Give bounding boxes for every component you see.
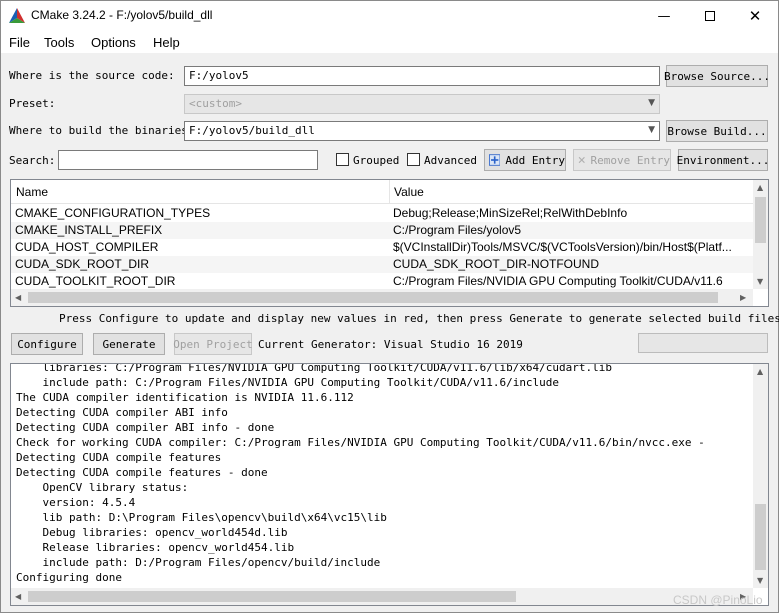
log-line: Detecting CUDA compile features [16, 451, 222, 464]
log-line: version: 4.5.4 [16, 496, 136, 509]
search-label: Search: [9, 154, 56, 167]
log-line: Detecting CUDA compiler ABI info [16, 406, 228, 419]
cmake-window: CMake 3.24.2 - F:/yolov5/build_dll — ✕ F… [0, 0, 779, 613]
minimize-icon: — [657, 8, 671, 24]
environment-button[interactable]: Environment... [677, 149, 769, 171]
open-project-button[interactable]: Open Project [173, 333, 253, 355]
scroll-up-icon[interactable]: ▲ [757, 183, 763, 192]
cache-table: Name Value CMAKE_CONFIGURATION_TYPES Deb… [10, 179, 769, 307]
preset-label: Preset: [9, 97, 56, 110]
menu-bar: File Tools Options Help [1, 31, 778, 53]
cell-name: CUDA_TOOLKIT_ROOT_DIR [15, 274, 176, 288]
log-line: lib path: D:\Program Files\opencv\build\… [16, 511, 387, 524]
cell-value: Debug;Release;MinSizeRel;RelWithDebInfo [393, 206, 628, 220]
configure-button[interactable]: Configure [11, 333, 83, 355]
build-label: Where to build the binaries: [9, 124, 195, 137]
table-row[interactable]: CUDA_TOOLKIT_ROOT_DIR C:/Program Files/N… [11, 273, 753, 290]
table-vertical-scrollbar[interactable]: ▲ ▼ [753, 180, 768, 289]
log-line: Debug libraries: opencv_world454d.lib [16, 526, 288, 539]
scroll-left-icon[interactable]: ◀ [15, 592, 21, 601]
scroll-right-icon[interactable]: ▶ [740, 293, 746, 302]
current-generator-label: Current Generator: Visual Studio 16 2019 [258, 338, 523, 351]
minimize-button[interactable]: — [641, 1, 687, 31]
watermark-text: CSDN @PinoLio [673, 593, 763, 607]
maximize-button[interactable] [687, 1, 733, 31]
scroll-thumb[interactable] [28, 591, 516, 602]
column-header-name[interactable]: Name [16, 185, 48, 199]
chevron-down-icon[interactable]: ▼ [648, 125, 655, 135]
source-path-input[interactable]: F:/yolov5 [184, 66, 660, 86]
source-label: Where is the source code: [9, 69, 175, 82]
scroll-down-icon[interactable]: ▼ [757, 277, 763, 286]
hint-text: Press Configure to update and display ne… [59, 312, 779, 325]
cell-name: CMAKE_INSTALL_PREFIX [15, 223, 163, 237]
log-line: Detecting CUDA compile features - done [16, 466, 268, 479]
column-divider[interactable] [389, 180, 390, 204]
cell-value: C:/Program Files/yolov5 [393, 223, 522, 237]
close-button[interactable]: ✕ [732, 1, 778, 31]
scroll-up-icon[interactable]: ▲ [757, 367, 763, 376]
search-input[interactable] [58, 150, 318, 170]
cell-name: CMAKE_CONFIGURATION_TYPES [15, 206, 211, 220]
table-row[interactable]: CMAKE_CONFIGURATION_TYPES Debug;Release;… [11, 205, 753, 222]
browse-build-button[interactable]: Browse Build... [666, 120, 768, 142]
table-horizontal-scrollbar[interactable]: ◀ ▶ [11, 289, 753, 306]
log-line: Configuring done [16, 571, 122, 584]
preset-value: <custom> [189, 97, 242, 110]
remove-icon [578, 156, 585, 164]
cell-value: C:/Program Files/NVIDIA GPU Computing To… [393, 274, 723, 288]
maximize-icon [705, 11, 715, 21]
preset-select: <custom> ▼ [184, 94, 660, 114]
table-header: Name Value [11, 180, 753, 204]
scroll-thumb[interactable] [755, 197, 766, 243]
browse-source-button[interactable]: Browse Source... [664, 65, 770, 87]
log-line: The CUDA compiler identification is NVID… [16, 391, 354, 404]
column-header-value[interactable]: Value [394, 185, 424, 199]
table-row[interactable]: CUDA_HOST_COMPILER $(VCInstallDir)Tools/… [11, 239, 753, 256]
cmake-logo-icon [9, 8, 25, 23]
add-icon [489, 154, 501, 166]
log-vertical-scrollbar[interactable]: ▲ ▼ [753, 364, 768, 588]
add-entry-button[interactable]: Add Entry [484, 149, 566, 171]
chevron-down-icon: ▼ [648, 98, 655, 108]
menu-file[interactable]: File [9, 35, 30, 50]
menu-options[interactable]: Options [91, 35, 136, 50]
progress-bar [638, 333, 768, 353]
cell-name: CUDA_SDK_ROOT_DIR [15, 257, 150, 271]
add-entry-label: Add Entry [505, 153, 565, 167]
cell-name: CUDA_HOST_COMPILER [15, 240, 159, 254]
log-line: Release libraries: opencv_world454.lib [16, 541, 295, 554]
remove-entry-button[interactable]: Remove Entry [573, 149, 671, 171]
cell-value: CUDA_SDK_ROOT_DIR-NOTFOUND [393, 257, 600, 271]
table-row[interactable]: CUDA_SDK_ROOT_DIR CUDA_SDK_ROOT_DIR-NOTF… [11, 256, 753, 273]
generate-button[interactable]: Generate [93, 333, 165, 355]
log-line: include path: D:/Program Files/opencv/bu… [16, 556, 381, 569]
output-log[interactable]: libraries: C:/Program Files/NVIDIA GPU C… [10, 363, 769, 606]
grouped-label[interactable]: Grouped [353, 154, 399, 167]
cell-value: $(VCInstallDir)Tools/MSVC/$(VCToolsVersi… [393, 240, 732, 254]
advanced-label[interactable]: Advanced [424, 154, 477, 167]
remove-entry-label: Remove Entry [590, 153, 670, 167]
log-line: Check for working CUDA compiler: C:/Prog… [16, 436, 705, 449]
scroll-thumb[interactable] [755, 504, 766, 570]
grouped-checkbox[interactable] [336, 153, 349, 166]
log-line: OpenCV library status: [16, 481, 189, 494]
table-row[interactable]: CMAKE_INSTALL_PREFIX C:/Program Files/yo… [11, 222, 753, 239]
menu-help[interactable]: Help [153, 35, 180, 50]
build-path-value: F:/yolov5/build_dll [189, 124, 315, 137]
log-line: libraries: C:/Program Files/NVIDIA GPU C… [16, 363, 613, 374]
advanced-checkbox[interactable] [407, 153, 420, 166]
log-line: Detecting CUDA compiler ABI info - done [16, 421, 275, 434]
log-horizontal-scrollbar[interactable]: ◀ ▶ [11, 588, 753, 605]
window-title: CMake 3.24.2 - F:/yolov5/build_dll [31, 8, 213, 22]
menu-tools[interactable]: Tools [44, 35, 74, 50]
close-icon: ✕ [748, 7, 762, 25]
title-bar: CMake 3.24.2 - F:/yolov5/build_dll — ✕ [1, 1, 778, 31]
scroll-thumb[interactable] [28, 292, 718, 303]
scroll-down-icon[interactable]: ▼ [757, 576, 763, 585]
log-line: include path: C:/Program Files/NVIDIA GP… [16, 376, 560, 389]
scroll-left-icon[interactable]: ◀ [15, 293, 21, 302]
build-path-combo[interactable]: F:/yolov5/build_dll ▼ [184, 121, 660, 141]
